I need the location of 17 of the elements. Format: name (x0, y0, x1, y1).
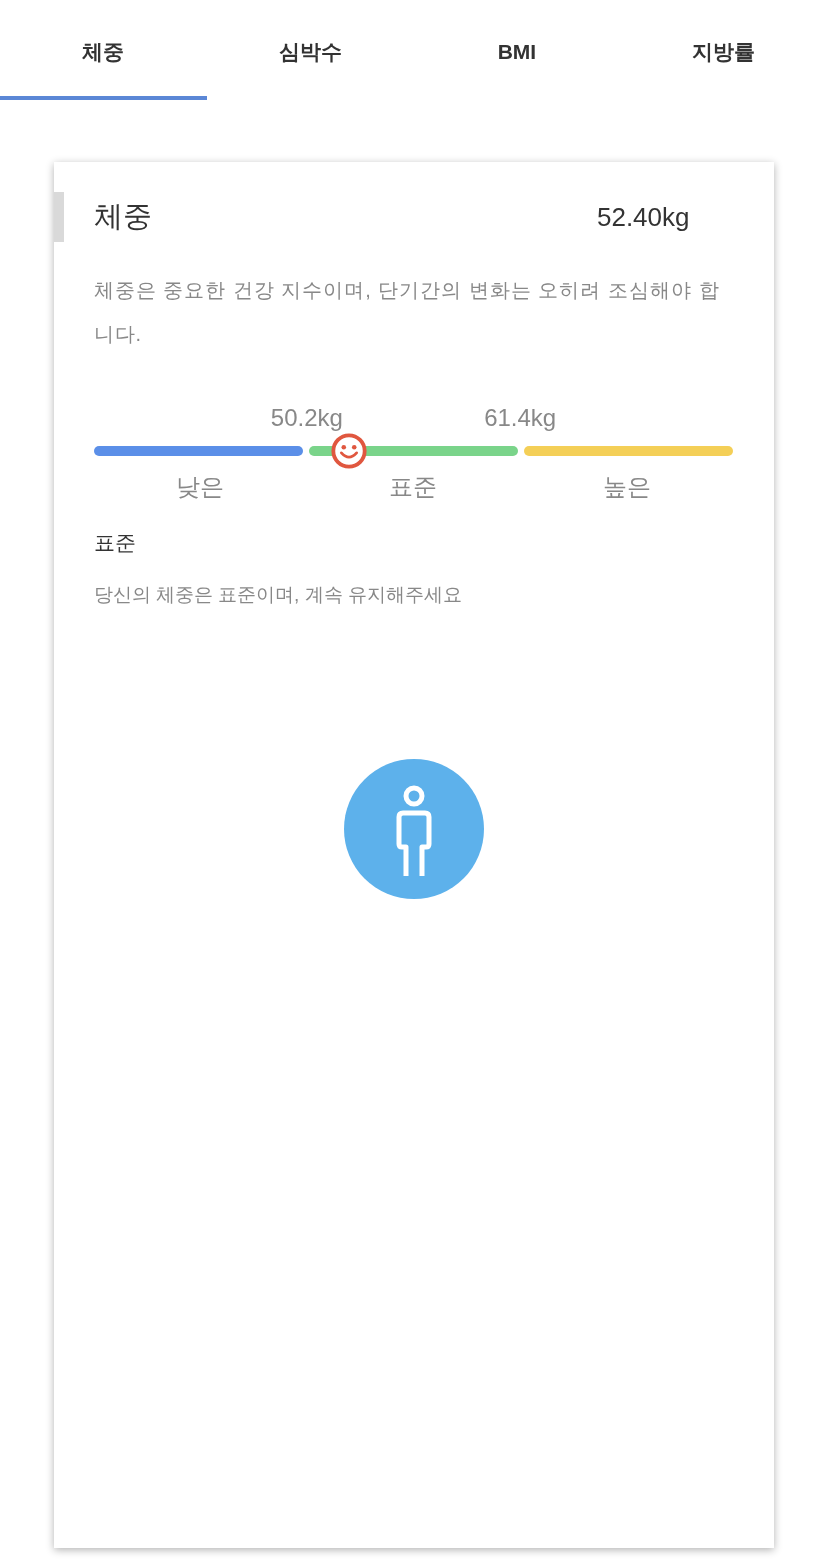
range-label: 표준 (389, 472, 438, 502)
threshold-label: 50.2kg (270, 403, 343, 433)
accent-bar (53, 192, 64, 242)
status-title: 표준 (93, 530, 137, 556)
tab[interactable]: 지방률 (620, 0, 827, 100)
person-icon (343, 759, 484, 899)
smiley-marker (329, 432, 368, 470)
card-title: 체중 (93, 199, 152, 235)
range-label: 낮은 (176, 472, 225, 502)
threshold-label: 61.4kg (484, 403, 557, 433)
tab[interactable]: BMI (413, 0, 621, 100)
status-message: 당신의 체중은 표준이며, 계속 유지해주세요 (93, 582, 463, 607)
weight-value: 52.40kg (596, 200, 690, 234)
range-label: 높은 (602, 472, 651, 502)
tab[interactable]: 심박수 (206, 0, 414, 100)
tab[interactable]: 체중 (0, 0, 207, 100)
description: 체중은 중요한 건강 지수이며, 단기간의 변화는 오히려 조심해야 합니다. (93, 278, 721, 347)
